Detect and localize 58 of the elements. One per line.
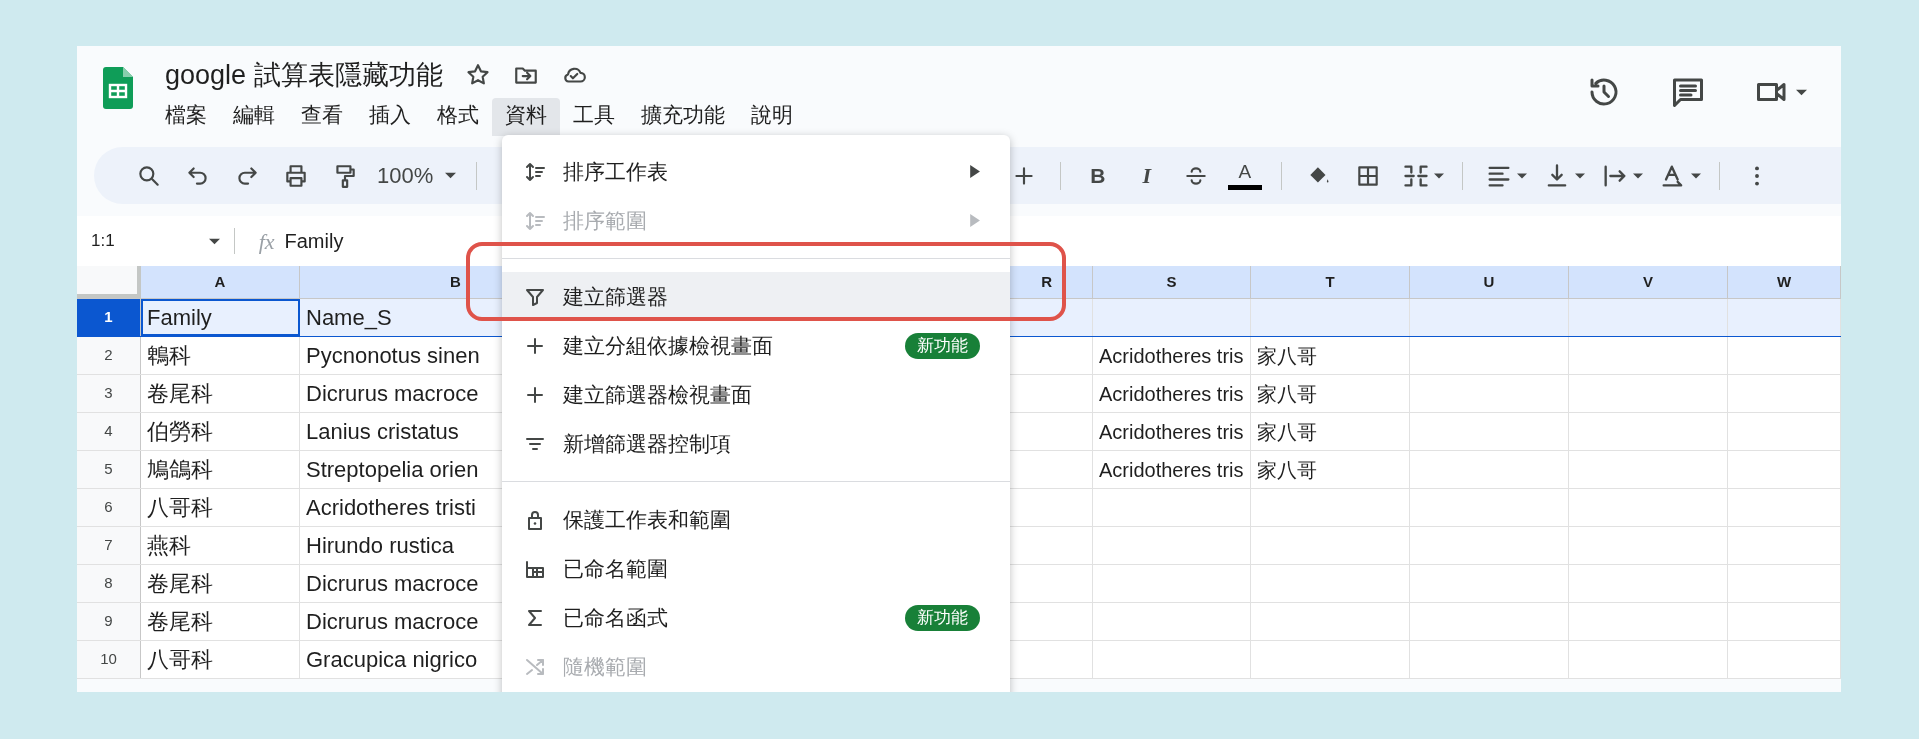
- table-cell: 家八哥: [1251, 375, 1410, 412]
- row-header[interactable]: 2: [77, 337, 141, 374]
- column-header[interactable]: U: [1410, 266, 1569, 298]
- table-cell: Acridotheres tris: [1093, 413, 1251, 450]
- row-header[interactable]: 6: [77, 489, 141, 526]
- menu-bar-item[interactable]: 查看: [288, 98, 356, 136]
- menu-bar-item[interactable]: 格式: [424, 98, 492, 136]
- text-color-button[interactable]: A: [1220, 153, 1270, 198]
- menu-bar-item[interactable]: 說明: [738, 98, 806, 136]
- spreadsheet-logo[interactable]: [103, 67, 133, 109]
- fx-label: fx: [258, 227, 275, 256]
- column-header[interactable]: T: [1251, 266, 1410, 298]
- column-header[interactable]: W: [1728, 266, 1841, 298]
- menu-item-label: 排序工作表: [563, 158, 668, 185]
- row-header[interactable]: 3: [77, 375, 141, 412]
- column-header[interactable]: V: [1569, 266, 1728, 298]
- row-header[interactable]: 9: [77, 603, 141, 640]
- menu-item[interactable]: 排序工作表: [502, 147, 1010, 196]
- table-cell: 家八哥: [1251, 337, 1410, 374]
- row-header[interactable]: 10: [77, 641, 141, 678]
- table-cell: 八哥科: [141, 489, 300, 526]
- menu-bar-item[interactable]: 檔案: [152, 98, 220, 136]
- row-header[interactable]: 4: [77, 413, 141, 450]
- table-cell: Family: [141, 299, 300, 336]
- table-cell: 燕科: [141, 527, 300, 564]
- table-cell: 八哥科: [141, 641, 300, 678]
- row-header[interactable]: 7: [77, 527, 141, 564]
- menu-bar-item[interactable]: 編輯: [220, 98, 288, 136]
- row-header[interactable]: 5: [77, 451, 141, 488]
- menu-bar-item[interactable]: 資料: [492, 98, 560, 136]
- table-cell: 卷尾科: [141, 375, 300, 412]
- name-box[interactable]: 1:1: [91, 228, 115, 254]
- column-header[interactable]: S: [1093, 266, 1251, 298]
- table-cell: 鳩鴿科: [141, 451, 300, 488]
- table-cell: Acridotheres tris: [1093, 451, 1251, 488]
- zoom-dropdown[interactable]: 100%: [369, 159, 465, 192]
- menu-item-label: 排序範圍: [563, 207, 647, 234]
- table-cell: 卷尾科: [141, 565, 300, 602]
- caret-icon: [445, 170, 457, 181]
- italic-button[interactable]: I: [1122, 159, 1172, 192]
- table-cell: Acridotheres tris: [1093, 337, 1251, 374]
- document-title[interactable]: google 試算表隱藏功能: [165, 56, 443, 94]
- table-cell: 卷尾科: [141, 603, 300, 640]
- formula-value[interactable]: Family: [284, 226, 344, 256]
- row-header[interactable]: 8: [77, 565, 141, 602]
- table-cell: 家八哥: [1251, 413, 1410, 450]
- column-header[interactable]: A: [141, 266, 300, 298]
- table-cell: Acridotheres tris: [1093, 375, 1251, 412]
- table-cell: 家八哥: [1251, 451, 1410, 488]
- menu-bar-item[interactable]: 工具: [560, 98, 628, 136]
- row-header[interactable]: 1: [77, 299, 141, 336]
- new-feature-badge: 新功能: [905, 332, 980, 359]
- menu-bar-item[interactable]: 插入: [356, 98, 424, 136]
- menu-bar-item[interactable]: 擴充功能: [628, 98, 738, 136]
- bold-button[interactable]: B: [1073, 159, 1123, 192]
- table-cell: 鵯科: [141, 337, 300, 374]
- table-cell: 伯勞科: [141, 413, 300, 450]
- new-feature-badge: 新功能: [905, 604, 980, 631]
